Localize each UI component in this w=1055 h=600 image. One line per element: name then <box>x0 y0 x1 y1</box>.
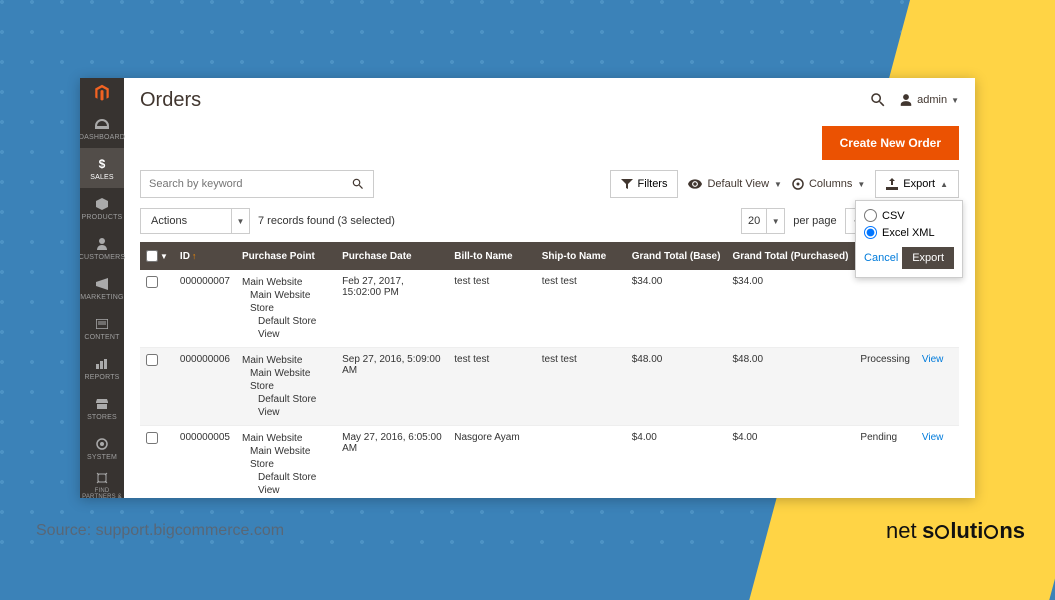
stores-icon <box>94 396 110 412</box>
eye-icon <box>688 179 702 189</box>
customers-icon <box>94 236 110 252</box>
nav-sales[interactable]: $SALES <box>80 148 124 188</box>
cell-base: $4.00 <box>626 426 727 499</box>
chevron-down-icon: ▼ <box>774 180 782 189</box>
search-box <box>140 170 374 198</box>
cell-purchase-point: Main Website Main Website Store Default … <box>236 270 336 348</box>
page-size-select[interactable]: 20 ▼ <box>741 208 785 234</box>
nav-products[interactable]: PRODUCTS <box>80 188 124 228</box>
nav-system[interactable]: SYSTEM <box>80 428 124 468</box>
svg-text:$: $ <box>99 158 106 170</box>
search-input[interactable] <box>149 178 351 190</box>
user-icon <box>899 93 913 107</box>
row-checkbox[interactable] <box>146 354 158 366</box>
cell-ship: test test <box>536 348 626 426</box>
cell-bill: Nasgore Ayam <box>448 426 536 499</box>
row-checkbox[interactable] <box>146 432 158 444</box>
search-icon[interactable] <box>351 177 365 191</box>
page-title: Orders <box>140 89 857 112</box>
brand: net slutins <box>886 518 1025 544</box>
cell-status: Pending <box>854 426 915 499</box>
bulk-actions-select[interactable]: Actions ▼ <box>140 208 250 234</box>
cell-base: $34.00 <box>626 270 727 348</box>
cell-status: Processing <box>854 348 915 426</box>
cell-date: Sep 27, 2016, 5:09:00 AM <box>336 348 448 426</box>
orders-table: ▼ ID↑ Purchase Point Purchase Date Bill-… <box>140 242 959 498</box>
nav-partners[interactable]: FIND PARTNERS & EXTENSIONS <box>80 468 124 498</box>
sort-asc-icon[interactable]: ↑ <box>192 251 197 261</box>
row-checkbox[interactable] <box>146 276 158 288</box>
sales-icon: $ <box>94 156 110 172</box>
cell-purchase-point: Main Website Main Website Store Default … <box>236 426 336 499</box>
cell-id: 000000005 <box>174 426 236 499</box>
chevron-down-icon: ▼ <box>160 252 168 261</box>
dashboard-icon <box>94 116 110 132</box>
cell-date: Feb 27, 2017, 15:02:00 PM <box>336 270 448 348</box>
cell-purchase-point: Main Website Main Website Store Default … <box>236 348 336 426</box>
nav-dashboard[interactable]: DASHBOARD <box>80 108 124 148</box>
per-page-label: per page <box>793 215 836 227</box>
chevron-down-icon: ▼ <box>951 96 959 105</box>
filter-icon <box>621 179 633 189</box>
select-all[interactable]: ▼ <box>146 250 168 262</box>
magento-logo[interactable] <box>80 78 124 108</box>
cell-base: $48.00 <box>626 348 727 426</box>
chevron-up-icon: ▲ <box>940 180 948 189</box>
sidebar: DASHBOARD $SALES PRODUCTS CUSTOMERS MARK… <box>80 78 124 498</box>
main: Orders admin ▼ Create New Order Filters <box>124 78 975 498</box>
cell-ship: test test <box>536 270 626 348</box>
columns-control[interactable]: Columns▼ <box>792 170 865 198</box>
export-popover: CSV Excel XML Cancel Export <box>855 200 963 278</box>
chevron-down-icon: ▼ <box>772 217 780 226</box>
export-submit[interactable]: Export <box>902 247 954 269</box>
upload-icon <box>886 178 898 190</box>
content-icon <box>94 316 110 332</box>
cell-bill: test test <box>448 348 536 426</box>
default-view[interactable]: Default View▼ <box>688 170 781 198</box>
admin-menu[interactable]: admin ▼ <box>899 93 959 107</box>
cell-status <box>854 270 915 348</box>
cell-id: 000000006 <box>174 348 236 426</box>
cell-ship <box>536 426 626 499</box>
gear-icon <box>792 178 804 190</box>
export-cancel[interactable]: Cancel <box>864 252 898 264</box>
export-button[interactable]: Export▲ <box>875 170 959 198</box>
create-order-button[interactable]: Create New Order <box>822 126 959 160</box>
filters-button[interactable]: Filters <box>610 170 679 198</box>
partners-icon <box>94 470 110 486</box>
chevron-down-icon: ▼ <box>237 217 245 226</box>
nav-content[interactable]: CONTENT <box>80 308 124 348</box>
nav-customers[interactable]: CUSTOMERS <box>80 228 124 268</box>
table-row[interactable]: 000000005 Main Website Main Website Stor… <box>140 426 959 499</box>
chevron-down-icon: ▼ <box>857 180 865 189</box>
search-icon[interactable] <box>869 91 887 109</box>
nav-reports[interactable]: REPORTS <box>80 348 124 388</box>
nav-stores[interactable]: STORES <box>80 388 124 428</box>
cell-purchased: $48.00 <box>726 348 854 426</box>
system-icon <box>94 436 110 452</box>
app-window: DASHBOARD $SALES PRODUCTS CUSTOMERS MARK… <box>80 78 975 498</box>
products-icon <box>94 196 110 212</box>
marketing-icon <box>94 276 110 292</box>
reports-icon <box>94 356 110 372</box>
view-link[interactable]: View <box>922 354 944 365</box>
source-text: Source: support.bigcommerce.com <box>36 522 284 540</box>
cell-purchased: $34.00 <box>726 270 854 348</box>
export-option-csv[interactable]: CSV <box>864 207 954 224</box>
cell-date: May 27, 2016, 6:05:00 AM <box>336 426 448 499</box>
cell-id: 000000007 <box>174 270 236 348</box>
table-row[interactable]: 000000006 Main Website Main Website Stor… <box>140 348 959 426</box>
view-link[interactable]: View <box>922 432 944 443</box>
export-option-xml[interactable]: Excel XML <box>864 224 954 241</box>
table-row[interactable]: 000000007 Main Website Main Website Stor… <box>140 270 959 348</box>
cell-purchased: $4.00 <box>726 426 854 499</box>
cell-bill: test test <box>448 270 536 348</box>
nav-marketing[interactable]: MARKETING <box>80 268 124 308</box>
record-count: 7 records found (3 selected) <box>258 215 395 227</box>
